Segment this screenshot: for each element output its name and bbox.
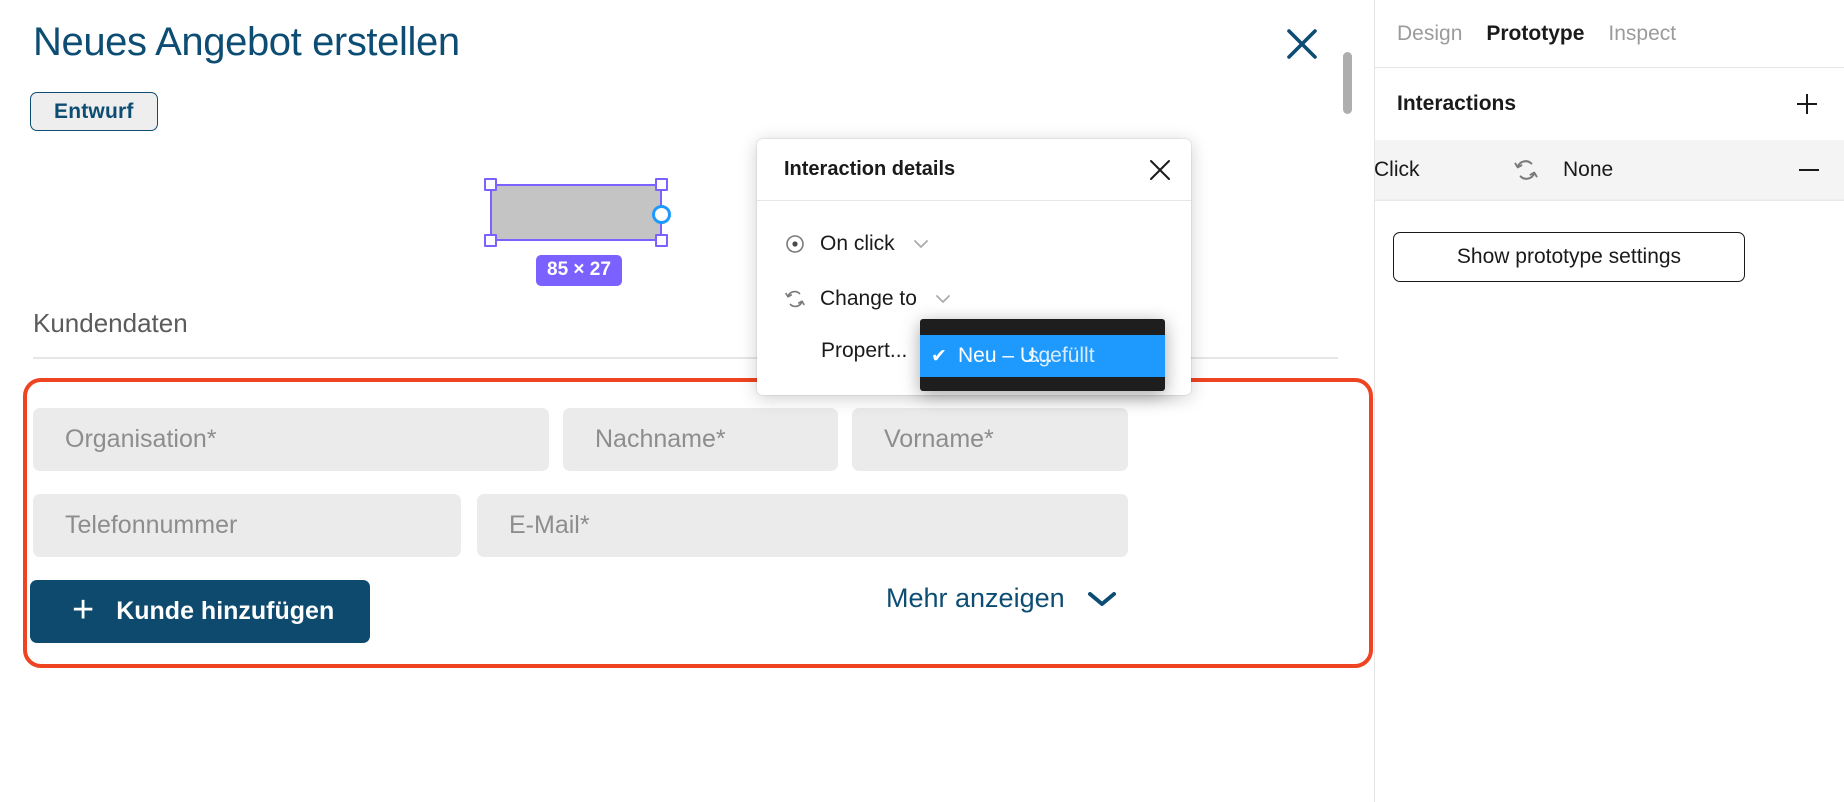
interaction-popup-title: Interaction details: [784, 158, 956, 180]
organisation-field[interactable]: Organisation*: [33, 408, 549, 471]
resize-handle-top-left[interactable]: [484, 178, 497, 191]
modal-canvas: Neues Angebot erstellen Entwurf 85 × 27 …: [0, 0, 1374, 802]
section-title-kundendaten: Kundendaten: [33, 308, 188, 338]
add-customer-label: Kunde hinzufügen: [116, 597, 335, 625]
selected-element[interactable]: 85 × 27: [484, 178, 671, 286]
vorname-field[interactable]: Vorname*: [852, 408, 1128, 471]
property-value-dropdown[interactable]: ✔ Neu – U... sgefüllt: [920, 319, 1165, 391]
show-more-link[interactable]: Mehr anzeigen: [886, 583, 1117, 614]
close-icon: [1150, 160, 1170, 180]
plus-icon: +: [72, 588, 95, 631]
add-interaction-button[interactable]: [1790, 87, 1824, 121]
interaction-row[interactable]: Click None: [1374, 140, 1844, 200]
interaction-popup-header: Interaction details: [757, 139, 1191, 201]
remove-interaction-button[interactable]: [1794, 155, 1824, 185]
interactions-title: Interactions: [1397, 92, 1517, 115]
telefonnummer-field[interactable]: Telefonnummer: [33, 494, 461, 557]
chevron-down-icon: [1087, 591, 1116, 606]
scrollbar-thumb[interactable]: [1343, 52, 1352, 114]
interactions-section-header: Interactions: [1375, 68, 1844, 140]
target-icon: [784, 233, 806, 255]
close-icon: [1287, 29, 1317, 59]
check-icon: ✔: [931, 345, 947, 367]
add-customer-button[interactable]: + Kunde hinzufügen: [30, 580, 370, 643]
panel-divider: [1375, 200, 1844, 201]
plus-icon: [1797, 94, 1817, 114]
resize-handle-bottom-right[interactable]: [655, 234, 668, 247]
action-label: Change to: [820, 287, 917, 310]
show-prototype-settings-button[interactable]: Show prototype settings: [1393, 232, 1745, 282]
panel-tabs: Design Prototype Inspect: [1375, 0, 1844, 68]
action-row[interactable]: Change to: [784, 287, 951, 311]
tab-inspect[interactable]: Inspect: [1608, 22, 1676, 46]
dropdown-option-ghost-label: sgefüllt: [1028, 344, 1095, 367]
status-badge: Entwurf: [30, 92, 158, 131]
minus-icon: [1799, 168, 1819, 171]
interaction-popup-close-button[interactable]: [1145, 155, 1175, 185]
property-row[interactable]: Propert...: [821, 339, 907, 363]
change-to-icon: [1513, 157, 1539, 183]
selection-size-label: 85 × 27: [536, 255, 622, 286]
right-panel: Design Prototype Inspect Interactions Cl…: [1374, 0, 1844, 802]
nachname-field[interactable]: Nachname*: [563, 408, 838, 471]
selection-rectangle[interactable]: [484, 178, 671, 247]
show-more-label: Mehr anzeigen: [886, 583, 1065, 613]
change-to-icon: [784, 288, 806, 310]
resize-handle-bottom-left[interactable]: [484, 234, 497, 247]
modal-scrollbar[interactable]: [1343, 52, 1352, 692]
page-title: Neues Angebot erstellen: [33, 20, 460, 64]
email-field[interactable]: E-Mail*: [477, 494, 1128, 557]
dropdown-option-selected[interactable]: ✔ Neu – U... sgefüllt: [920, 335, 1165, 377]
chevron-down-icon[interactable]: [935, 294, 951, 304]
trigger-row[interactable]: On click: [784, 232, 929, 256]
modal-close-button[interactable]: [1280, 22, 1324, 66]
prototype-connector-handle[interactable]: [652, 205, 671, 224]
interaction-action: None: [1563, 157, 1614, 181]
app-root: Neues Angebot erstellen Entwurf 85 × 27 …: [0, 0, 1844, 802]
chevron-down-icon[interactable]: [913, 239, 929, 249]
resize-handle-top-right[interactable]: [655, 178, 668, 191]
trigger-label: On click: [820, 232, 895, 255]
tab-design[interactable]: Design: [1397, 22, 1462, 46]
tab-prototype[interactable]: Prototype: [1486, 22, 1584, 46]
property-label: Propert...: [821, 339, 908, 362]
interaction-trigger: Click: [1374, 157, 1420, 181]
